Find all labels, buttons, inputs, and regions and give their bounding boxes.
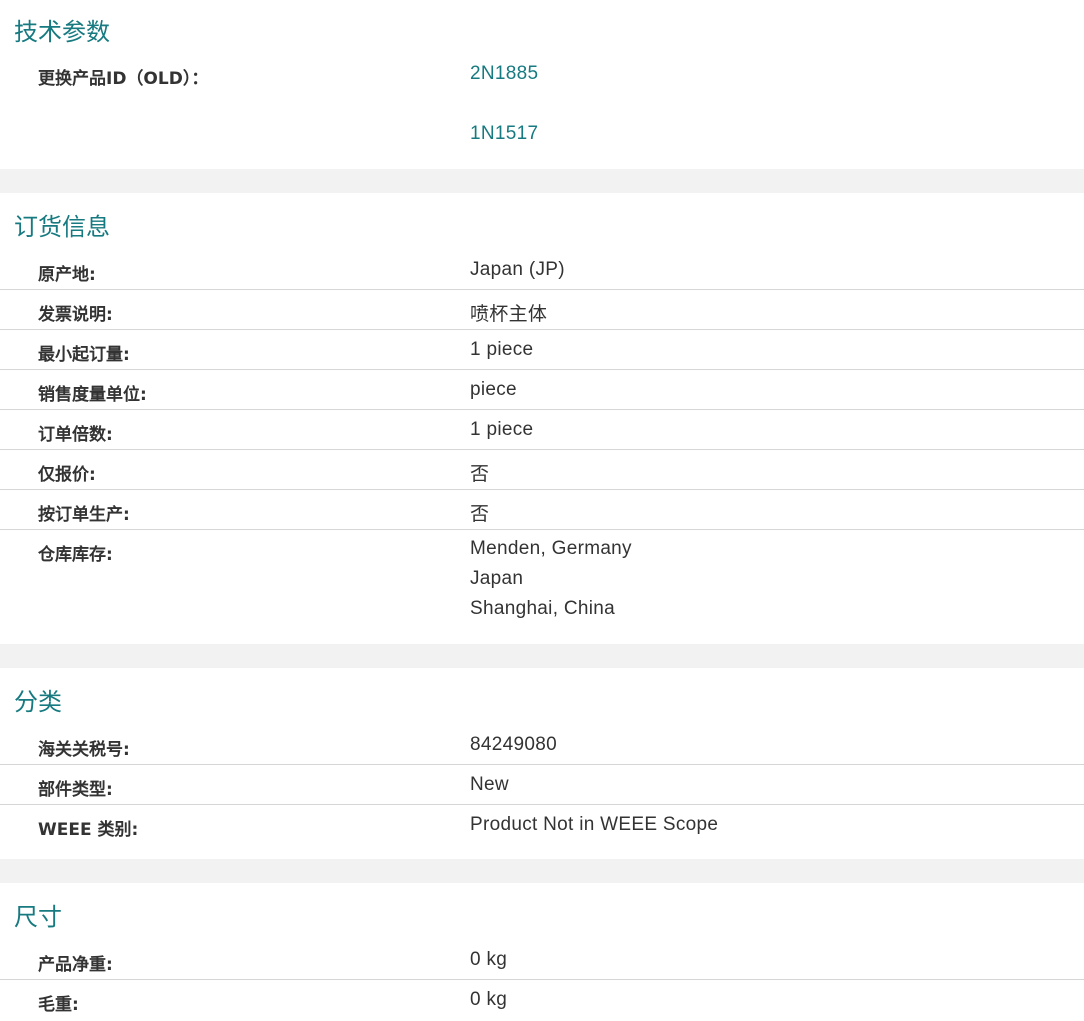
tech-section: 技术参数 更换产品ID（OLD）： 2N1885 1N1517	[0, 0, 1084, 169]
stock-location: Japan	[470, 568, 524, 589]
dimensions-section: 尺寸 产品净重: 0 kg 毛重: 0 kg	[0, 883, 1084, 1021]
order-row-make-to-order: 按订单生产: 否	[0, 490, 1084, 530]
order-row-label: 原产地:	[38, 265, 96, 285]
order-row-uom: 销售度量单位: piece	[0, 370, 1084, 410]
classification-row-hs-code: 海关关税号: 84249080	[0, 725, 1084, 765]
dimensions-row-value: 0 kg	[470, 989, 508, 1010]
order-row-label: 最小起订量:	[38, 345, 130, 365]
order-row-label: 按订单生产:	[38, 505, 130, 525]
tech-section-title: 技术参数	[14, 18, 110, 46]
order-row-value: piece	[470, 379, 517, 400]
order-row-label: 销售度量单位:	[38, 385, 147, 405]
replacement-id-link-2[interactable]: 1N1517	[470, 123, 538, 145]
dimensions-section-title: 尺寸	[14, 903, 62, 931]
classification-row-value: 84249080	[470, 734, 557, 755]
order-row-label: 发票说明:	[38, 305, 113, 325]
replacement-id-link-1[interactable]: 2N1885	[470, 63, 538, 85]
classification-row-label: 海关关税号:	[38, 740, 130, 760]
order-row-value: 否	[470, 464, 490, 485]
classification-row-part-type: 部件类型: New	[0, 765, 1084, 805]
order-row-invoice: 发票说明: 喷杯主体	[0, 290, 1084, 330]
dimensions-row-value: 0 kg	[470, 949, 508, 970]
stock-locations: Menden, Germany Japan Shanghai, China	[470, 534, 632, 624]
order-section: 订货信息 原产地: Japan (JP) 发票说明: 喷杯主体 最小起订量: 1…	[0, 193, 1084, 644]
dimensions-row-net-weight: 产品净重: 0 kg	[0, 940, 1084, 980]
stock-location: Menden, Germany	[470, 538, 632, 559]
section-divider	[0, 859, 1084, 883]
classification-row-label: WEEE 类别:	[38, 820, 139, 840]
section-divider	[0, 644, 1084, 668]
section-divider	[0, 169, 1084, 193]
order-row-value: 否	[470, 504, 490, 525]
classification-section-title: 分类	[14, 688, 62, 716]
order-row-value: Japan (JP)	[470, 259, 565, 280]
order-row-origin: 原产地: Japan (JP)	[0, 250, 1084, 290]
stock-label: 仓库库存:	[38, 545, 113, 565]
dimensions-row-gross-weight: 毛重: 0 kg	[0, 980, 1084, 1020]
classification-section: 分类 海关关税号: 84249080 部件类型: New WEEE 类别: Pr…	[0, 668, 1084, 859]
stock-location: Shanghai, China	[470, 598, 615, 619]
order-row-value: 1 piece	[470, 339, 534, 360]
order-row-value: 1 piece	[470, 419, 534, 440]
order-row-quote-only: 仅报价: 否	[0, 450, 1084, 490]
order-row-stock: 仓库库存: Menden, Germany Japan Shanghai, Ch…	[0, 530, 1084, 640]
order-row-label: 仅报价:	[38, 465, 96, 485]
classification-row-value: New	[470, 774, 509, 795]
order-row-value: 喷杯主体	[470, 304, 548, 325]
classification-row-value: Product Not in WEEE Scope	[470, 814, 719, 835]
dimensions-row-label: 毛重:	[38, 995, 79, 1015]
order-row-min-qty: 最小起订量: 1 piece	[0, 330, 1084, 370]
classification-row-label: 部件类型:	[38, 780, 113, 800]
order-row-multiple: 订单倍数: 1 piece	[0, 410, 1084, 450]
order-section-title: 订货信息	[14, 213, 110, 241]
dimensions-row-label: 产品净重:	[38, 955, 113, 975]
order-row-label: 订单倍数:	[38, 425, 113, 445]
classification-row-weee: WEEE 类别: Product Not in WEEE Scope	[0, 805, 1084, 845]
replacement-id-label: 更换产品ID（OLD）：	[38, 69, 209, 89]
